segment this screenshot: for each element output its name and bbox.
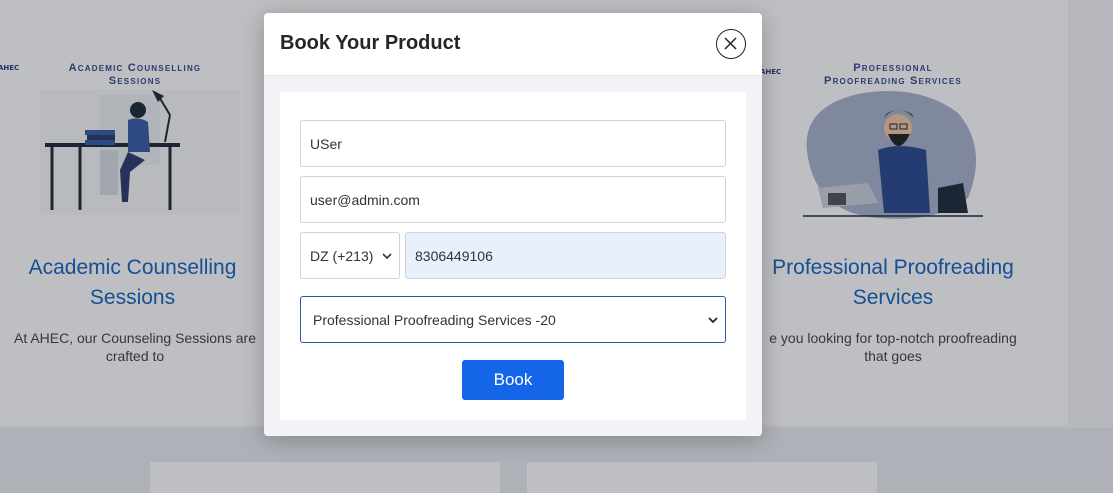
phone-input[interactable] — [405, 232, 726, 279]
modal-body: DZ (+213) Professional Proofreading Serv… — [264, 76, 762, 436]
email-input[interactable] — [300, 176, 726, 223]
country-code-value: DZ (+213) — [310, 247, 374, 264]
chevron-down-icon — [708, 316, 718, 323]
modal-header: Book Your Product — [264, 13, 762, 76]
book-product-modal: Book Your Product DZ (+213) Professional… — [264, 13, 762, 436]
name-input[interactable] — [300, 120, 726, 167]
book-button[interactable]: Book — [462, 360, 564, 400]
chevron-down-icon — [382, 252, 392, 259]
product-select-value: Professional Proofreading Services -20 — [313, 311, 556, 328]
close-icon — [724, 37, 737, 50]
booking-form: DZ (+213) Professional Proofreading Serv… — [280, 92, 746, 420]
country-code-select[interactable]: DZ (+213) — [300, 232, 400, 279]
modal-title: Book Your Product — [280, 32, 461, 54]
product-select[interactable]: Professional Proofreading Services -20 — [300, 296, 726, 343]
close-button[interactable] — [716, 29, 746, 59]
